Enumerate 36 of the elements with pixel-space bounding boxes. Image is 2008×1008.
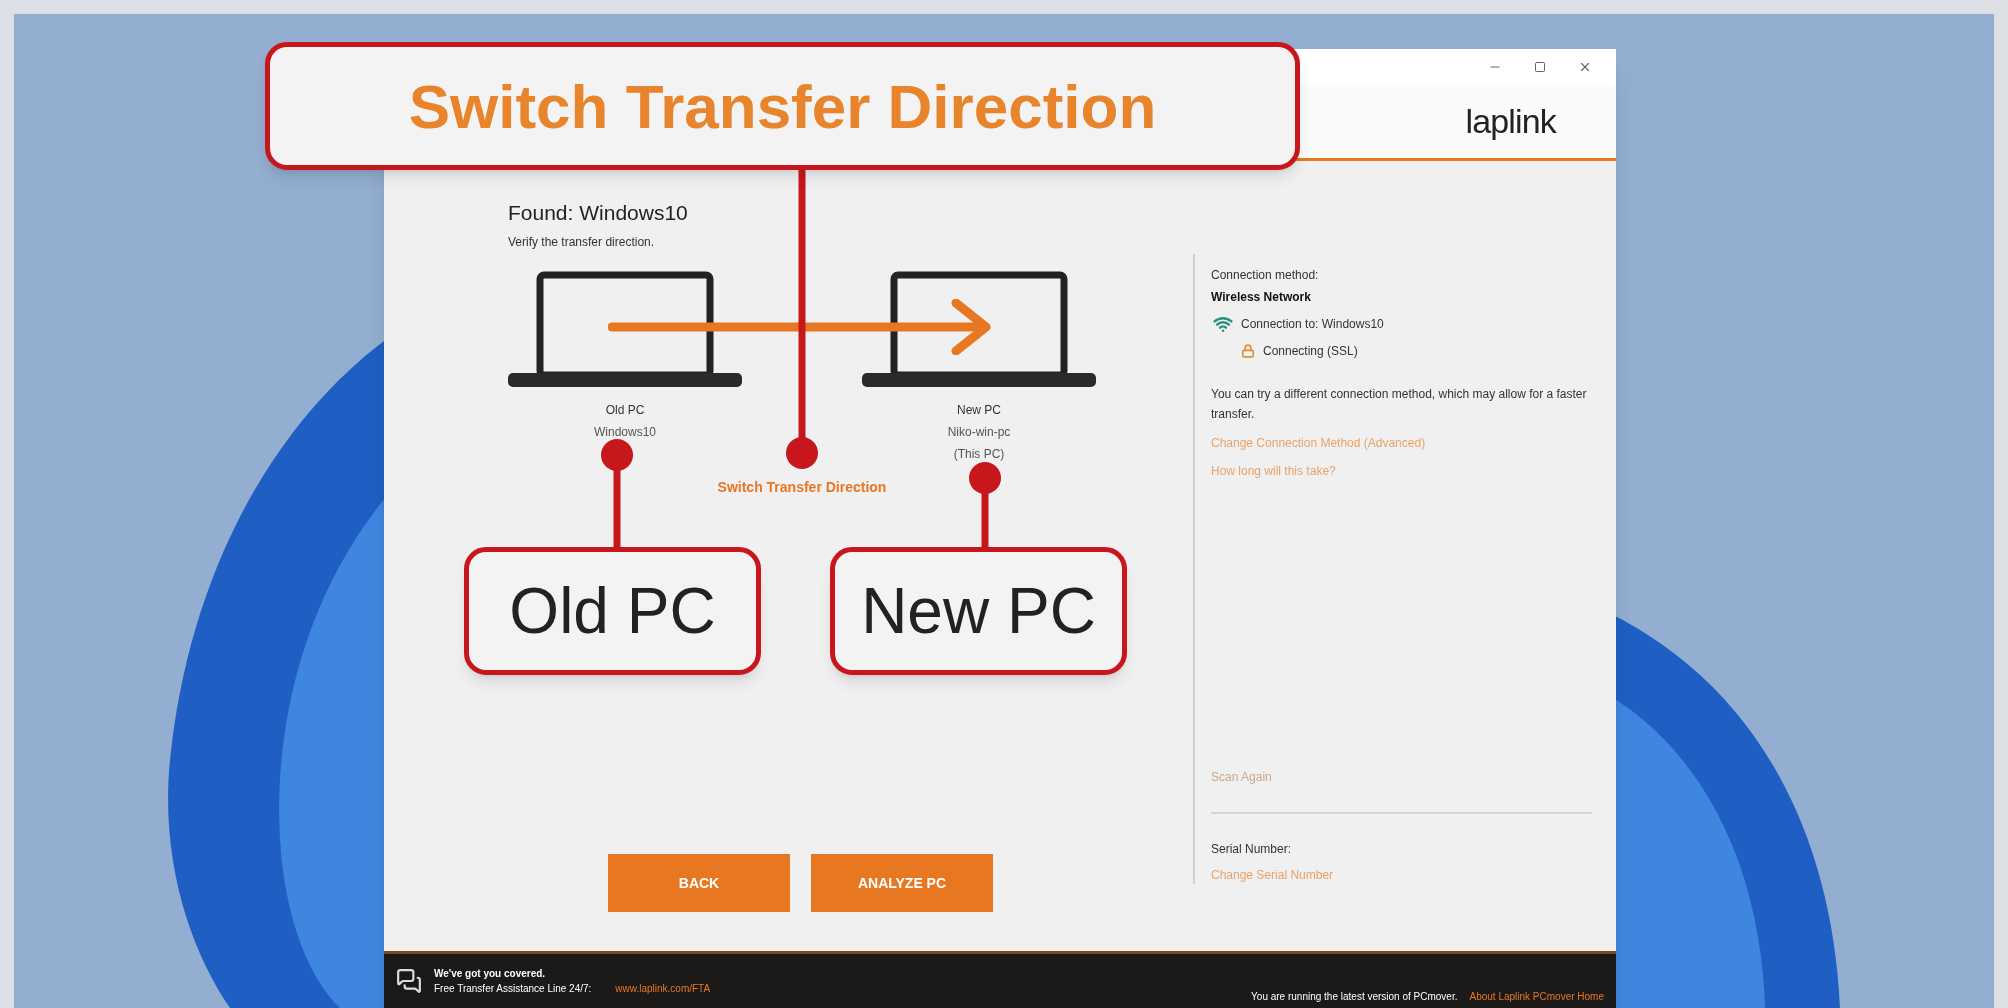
footer-text: We've got you covered.	[434, 967, 547, 981]
about-link[interactable]: About Laplink PCmover Home	[1469, 989, 1604, 1004]
computer-role: Old PC	[605, 401, 645, 419]
close-icon	[1578, 60, 1592, 74]
scan-again-link[interactable]: Scan Again	[1211, 768, 1592, 786]
callout-label: New PC	[830, 547, 1127, 675]
computer-name: (This PC)	[953, 445, 1005, 463]
footer-link[interactable]: www.laplink.com/FTA	[615, 981, 711, 996]
switch-direction-link[interactable]: Switch Transfer Direction	[717, 476, 887, 498]
connection-link[interactable]: How long will this take?	[1211, 462, 1592, 480]
callout-label: Switch Transfer Direction	[265, 42, 1300, 170]
laptop-icon	[508, 270, 742, 389]
connection-status: Connection to: Windows10	[1241, 316, 1384, 333]
lock-icon	[1241, 344, 1255, 358]
laplink-logo: laplink	[1465, 101, 1556, 142]
chat-icon	[396, 968, 422, 994]
laptop-icon	[862, 270, 1096, 389]
footer-text: Free Transfer Assistance Line 24/7:	[434, 982, 592, 996]
connection-method: Wireless Network	[1211, 289, 1312, 306]
connection-link[interactable]: Change Connection Method (Advanced)	[1211, 434, 1592, 452]
found-title: Found: Windows10	[508, 200, 689, 226]
change-serial-link[interactable]: Change Serial Number	[1211, 866, 1592, 884]
callout-label: Old PC	[464, 547, 761, 675]
connection-status: Connecting (SSL)	[1263, 343, 1358, 360]
computer-name: Windows10	[594, 423, 656, 441]
version-status: You are running the latest version of PCmover.	[1251, 990, 1458, 1004]
action-button[interactable]: ANALYZE PC	[811, 854, 993, 912]
connection-label: Connection method:	[1211, 267, 1320, 284]
action-button[interactable]: BACK	[608, 854, 790, 912]
serial-number-label: Serial Number:	[1211, 841, 1293, 858]
connection-hint: You can try a different connection method, which may allow for a faster transfer.	[1211, 386, 1588, 423]
maximize-icon	[1534, 61, 1546, 73]
computer-name: Niko-win-pc	[947, 423, 1011, 441]
wifi-icon	[1213, 314, 1233, 334]
computer-role: New PC	[957, 401, 1001, 419]
found-subtitle: Verify the transfer direction.	[508, 233, 656, 251]
